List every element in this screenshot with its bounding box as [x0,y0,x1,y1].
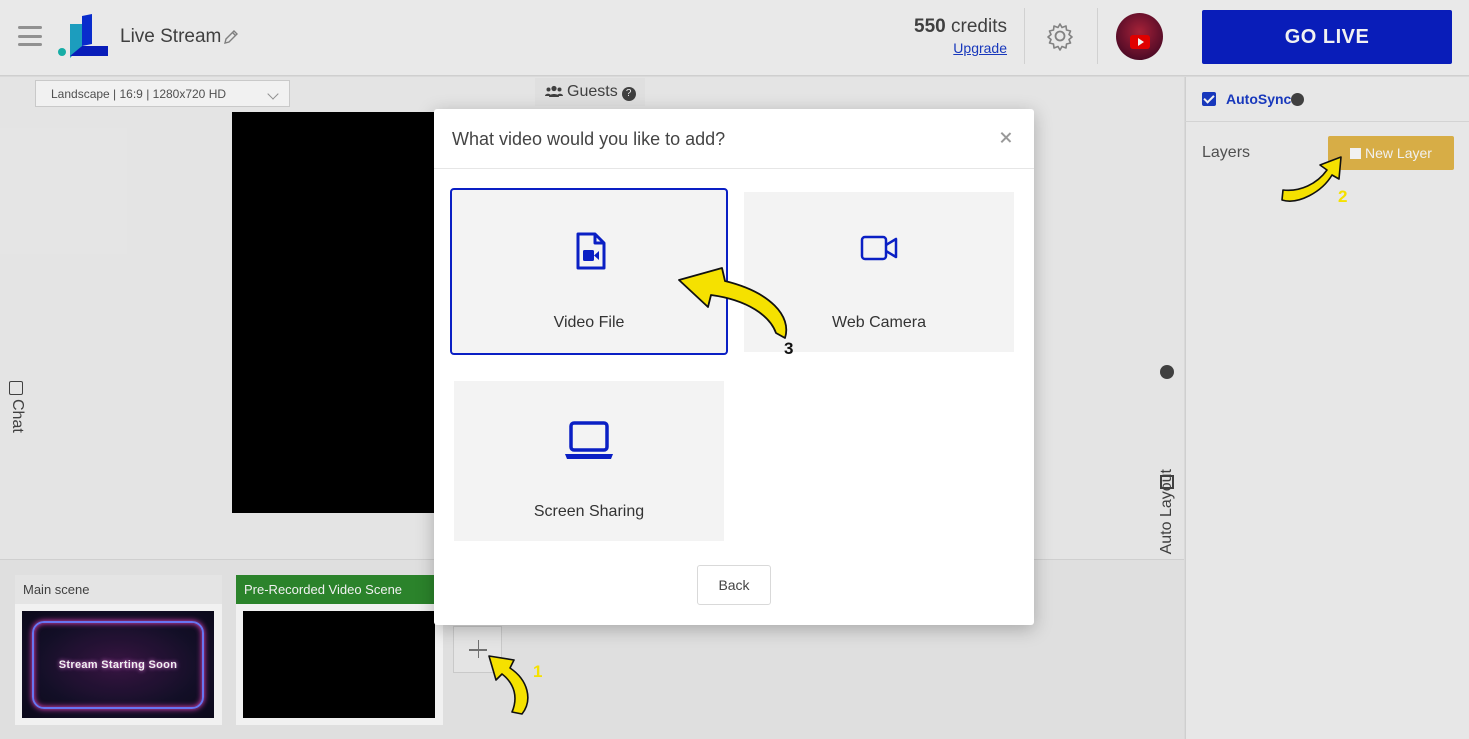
laptop-icon [565,421,613,459]
modal-title: What video would you like to add? [452,129,726,149]
option-label: Video File [553,314,625,331]
option-label: Screen Sharing [533,503,645,520]
option-video-file[interactable]: Video File [450,188,728,355]
back-button[interactable]: Back [697,565,771,605]
annotation-label-2: 2 [1338,187,1348,206]
add-video-modal: What video would you like to add? Video … [434,109,1034,625]
annotation-label-1: 1 [533,662,543,681]
modal-header: What video would you like to add? [434,109,1034,169]
close-icon[interactable] [997,129,1015,147]
annotation-label-3: 3 [784,339,794,358]
option-screen-sharing[interactable]: Screen Sharing [454,381,724,541]
option-web-camera[interactable]: Web Camera [744,192,1014,352]
video-file-icon [576,232,606,270]
option-label: Web Camera [832,314,926,331]
video-camera-icon [860,235,898,261]
